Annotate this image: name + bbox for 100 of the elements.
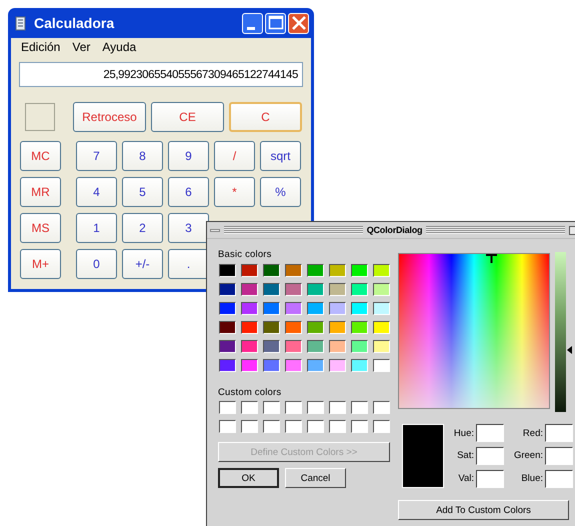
color-swatch[interactable] [373,359,390,372]
input-field[interactable] [476,470,504,488]
key-button[interactable]: 7 [76,141,117,171]
color-swatch[interactable] [241,264,258,277]
color-swatch[interactable] [241,340,258,353]
color-swatch[interactable] [241,420,258,433]
memory-button[interactable]: M+ [20,249,61,279]
color-swatch[interactable] [285,420,302,433]
key-button[interactable]: 5 [122,177,163,207]
color-swatch[interactable] [241,321,258,334]
color-swatch[interactable] [219,283,236,296]
color-swatch[interactable] [285,302,302,315]
color-swatch[interactable] [351,340,368,353]
color-swatch[interactable] [329,321,346,334]
memory-button[interactable]: MR [20,177,61,207]
color-swatch[interactable] [241,401,258,414]
color-swatch[interactable] [329,359,346,372]
color-swatch[interactable] [219,302,236,315]
color-swatch[interactable] [263,340,280,353]
color-swatch[interactable] [307,401,324,414]
color-swatch[interactable] [307,340,324,353]
color-swatch[interactable] [351,359,368,372]
color-swatch[interactable] [351,321,368,334]
value-slider[interactable] [555,252,573,412]
color-swatch[interactable] [307,283,324,296]
key-button[interactable]: 8 [122,141,163,171]
color-swatch[interactable] [263,359,280,372]
color-swatch[interactable] [285,321,302,334]
key-button[interactable]: 0 [76,249,117,279]
color-swatch[interactable] [263,264,280,277]
menu-item[interactable]: Ayuda [96,40,142,58]
color-swatch[interactable] [373,340,390,353]
color-swatch[interactable] [219,401,236,414]
color-swatch[interactable] [351,264,368,277]
input-field[interactable] [476,424,504,442]
color-swatch[interactable] [263,401,280,414]
menu-item[interactable]: Edición [15,40,66,58]
color-swatch[interactable] [263,420,280,433]
key-button[interactable]: +/- [122,249,163,279]
color-swatch[interactable] [263,321,280,334]
key-button[interactable]: Retroceso [73,102,146,132]
key-button[interactable]: * [214,177,255,207]
color-swatch[interactable] [241,302,258,315]
color-swatch[interactable] [241,359,258,372]
color-swatch[interactable] [307,420,324,433]
color-swatch[interactable] [351,302,368,315]
input-field[interactable] [545,424,573,442]
color-swatch[interactable] [241,283,258,296]
color-swatch[interactable] [373,264,390,277]
color-swatch[interactable] [285,264,302,277]
color-spectrum[interactable] [398,253,550,409]
key-button[interactable]: / [214,141,255,171]
color-swatch[interactable] [329,340,346,353]
color-swatch[interactable] [307,359,324,372]
color-swatch[interactable] [285,340,302,353]
memory-button[interactable]: MC [20,141,61,171]
color-swatch[interactable] [329,283,346,296]
color-swatch[interactable] [329,401,346,414]
color-swatch[interactable] [373,302,390,315]
color-swatch[interactable] [351,283,368,296]
input-field[interactable] [545,470,573,488]
color-swatch[interactable] [307,302,324,315]
key-button[interactable]: CE [151,102,224,132]
minimize-button[interactable] [242,12,263,34]
color-swatch[interactable] [329,420,346,433]
color-swatch[interactable] [285,359,302,372]
color-swatch[interactable] [219,359,236,372]
key-button[interactable]: . [168,249,209,279]
color-swatch[interactable] [263,283,280,296]
color-swatch[interactable] [373,321,390,334]
input-field[interactable] [545,446,573,465]
color-swatch[interactable] [285,283,302,296]
memory-button[interactable]: MS [20,213,61,243]
cancel-button[interactable]: Cancel [285,468,346,488]
color-swatch[interactable] [285,401,302,414]
color-swatch[interactable] [351,420,368,433]
color-swatch[interactable] [373,283,390,296]
key-button[interactable]: 4 [76,177,117,207]
color-swatch[interactable] [307,321,324,334]
key-button[interactable]: 3 [168,213,209,243]
key-button[interactable]: sqrt [260,141,301,171]
color-swatch[interactable] [219,420,236,433]
key-button[interactable]: 2 [122,213,163,243]
color-swatch[interactable] [351,401,368,414]
close-button[interactable] [288,12,309,34]
color-swatch[interactable] [373,420,390,433]
menu-item[interactable]: Ver [66,40,96,58]
color-swatch[interactable] [219,264,236,277]
key-button[interactable]: 1 [76,213,117,243]
color-swatch[interactable] [373,401,390,414]
color-swatch[interactable] [329,264,346,277]
input-field[interactable] [476,446,504,465]
color-swatch[interactable] [329,302,346,315]
ok-button[interactable]: OK [218,468,279,488]
color-swatch[interactable] [263,302,280,315]
key-button[interactable]: 6 [168,177,209,207]
window-menu-button[interactable] [210,228,220,232]
key-button[interactable]: C [229,102,302,132]
add-custom-color-button[interactable]: Add To Custom Colors [398,500,569,520]
color-swatch[interactable] [307,264,324,277]
